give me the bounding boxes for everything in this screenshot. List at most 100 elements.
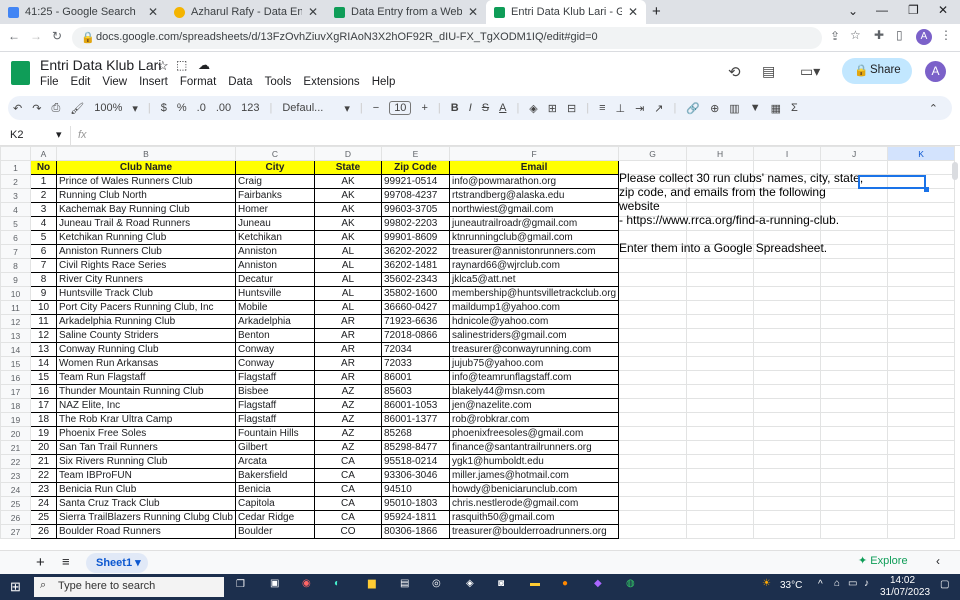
redo-icon[interactable]: ↷	[32, 102, 41, 115]
empty-cell[interactable]	[686, 286, 755, 301]
table-cell[interactable]: CO	[313, 524, 382, 539]
empty-cell[interactable]	[820, 398, 889, 413]
table-cell[interactable]: Anniston Runners Club	[56, 244, 236, 259]
empty-cell[interactable]	[753, 342, 822, 357]
empty-cell[interactable]	[686, 314, 755, 329]
table-cell[interactable]: info@teamrunflagstaff.com	[448, 370, 620, 385]
profile-avatar[interactable]: A	[916, 29, 932, 45]
table-cell[interactable]: 21	[30, 454, 57, 469]
table-cell[interactable]: AK	[313, 188, 382, 203]
empty-cell[interactable]	[887, 496, 956, 511]
empty-cell[interactable]	[618, 272, 688, 287]
table-cell[interactable]: AK	[313, 202, 382, 217]
empty-cell[interactable]	[686, 440, 755, 455]
table-cell[interactable]: 20	[30, 440, 57, 455]
table-cell[interactable]: rtstrandberg@alaska.edu	[448, 188, 620, 203]
new-tab-icon[interactable]: +	[652, 3, 661, 20]
row-number[interactable]: 10	[0, 286, 31, 301]
empty-cell[interactable]	[618, 300, 688, 315]
table-cell[interactable]: Conway	[234, 342, 315, 357]
table-cell[interactable]: 17	[30, 398, 57, 413]
meet-icon[interactable]: ▭▾	[800, 63, 820, 80]
table-cell[interactable]: 36202-1481	[380, 258, 450, 273]
filter-views-icon[interactable]: ▦	[771, 102, 781, 115]
column-header-b[interactable]: B	[56, 146, 236, 161]
empty-cell[interactable]	[820, 496, 889, 511]
font-size-input[interactable]: 10	[389, 101, 412, 115]
table-cell[interactable]: Huntsville	[234, 286, 315, 301]
table-cell[interactable]: Ketchikan	[234, 230, 315, 245]
table-cell[interactable]: Anniston	[234, 258, 315, 273]
row-number[interactable]: 22	[0, 454, 31, 469]
empty-cell[interactable]	[820, 524, 889, 539]
empty-cell[interactable]	[753, 300, 822, 315]
firefox-icon[interactable]: ●	[562, 578, 568, 589]
decrease-decimal-button[interactable]: .0	[197, 102, 206, 114]
column-header-d[interactable]: D	[313, 146, 382, 161]
table-cell[interactable]: Bisbee	[234, 384, 315, 399]
edge-icon[interactable]: ◐	[334, 578, 340, 589]
empty-cell[interactable]	[686, 356, 755, 371]
empty-cell[interactable]	[618, 314, 688, 329]
table-cell[interactable]: Bakersfield	[234, 468, 315, 483]
table-cell[interactable]: Benicia	[234, 482, 315, 497]
table-cell[interactable]: 7	[30, 258, 57, 273]
row-number[interactable]: 1	[0, 160, 31, 175]
empty-cell[interactable]	[618, 496, 688, 511]
file-explorer-icon[interactable]: ▆	[368, 578, 376, 589]
table-cell[interactable]: 23	[30, 482, 57, 497]
empty-cell[interactable]	[753, 524, 822, 539]
empty-cell[interactable]	[618, 370, 688, 385]
empty-cell[interactable]	[887, 412, 956, 427]
empty-cell[interactable]	[618, 426, 688, 441]
table-cell[interactable]: Craig	[234, 174, 315, 189]
table-cell[interactable]: 99901-8609	[380, 230, 450, 245]
chevron-down-icon[interactable]: ▾	[135, 557, 141, 569]
empty-cell[interactable]	[887, 230, 956, 245]
table-cell[interactable]: finance@santantrailrunners.org	[448, 440, 620, 455]
text-wrap-icon[interactable]: ⇥	[635, 102, 644, 115]
table-cell[interactable]: AR	[313, 314, 382, 329]
insert-link-icon[interactable]: 🔗	[686, 102, 700, 115]
empty-cell[interactable]	[820, 454, 889, 469]
menu-edit[interactable]: Edit	[71, 76, 91, 88]
font-select[interactable]: Defaul...	[282, 102, 334, 114]
table-cell[interactable]: 35802-1600	[380, 286, 450, 301]
close-icon[interactable]: ✕	[308, 5, 318, 19]
table-cell[interactable]: AL	[313, 300, 382, 315]
empty-cell[interactable]	[887, 510, 956, 525]
empty-cell[interactable]	[820, 272, 889, 287]
table-cell[interactable]: 16	[30, 384, 57, 399]
table-cell[interactable]: Decatur	[234, 272, 315, 287]
insert-chart-icon[interactable]: ▥	[729, 102, 739, 115]
comments-icon[interactable]: ▤	[762, 63, 775, 80]
table-cell[interactable]: 94510	[380, 482, 450, 497]
table-cell[interactable]: ktnrunningclub@gmail.com	[448, 230, 620, 245]
table-cell[interactable]: AL	[313, 244, 382, 259]
table-cell[interactable]: 99708-4237	[380, 188, 450, 203]
clock-date[interactable]: 31/07/2023	[880, 587, 930, 598]
table-cell[interactable]: 95924-1811	[380, 510, 450, 525]
empty-cell[interactable]	[686, 328, 755, 343]
row-number[interactable]: 23	[0, 468, 31, 483]
empty-cell[interactable]	[887, 356, 956, 371]
star-icon[interactable]: ☆	[157, 58, 169, 74]
table-cell[interactable]: Cedar Ridge	[234, 510, 315, 525]
increase-font-size-icon[interactable]: +	[421, 102, 427, 114]
empty-cell[interactable]	[686, 426, 755, 441]
vertical-scrollbar[interactable]	[952, 162, 958, 180]
row-number[interactable]: 25	[0, 496, 31, 511]
table-cell[interactable]: 11	[30, 314, 57, 329]
table-cell[interactable]: 8	[30, 272, 57, 287]
fill-handle[interactable]	[924, 187, 929, 192]
table-cell[interactable]: rasquith50@gmail.com	[448, 510, 620, 525]
empty-cell[interactable]	[887, 482, 956, 497]
table-cell[interactable]: Arkadelphia	[234, 314, 315, 329]
table-cell[interactable]: 86001-1053	[380, 398, 450, 413]
notifications-icon[interactable]: ▢	[940, 579, 949, 590]
table-cell[interactable]: Ketchikan Running Club	[56, 230, 236, 245]
table-cell[interactable]: Arcata	[234, 454, 315, 469]
empty-cell[interactable]	[887, 258, 956, 273]
table-cell[interactable]: 13	[30, 342, 57, 357]
empty-cell[interactable]	[753, 482, 822, 497]
